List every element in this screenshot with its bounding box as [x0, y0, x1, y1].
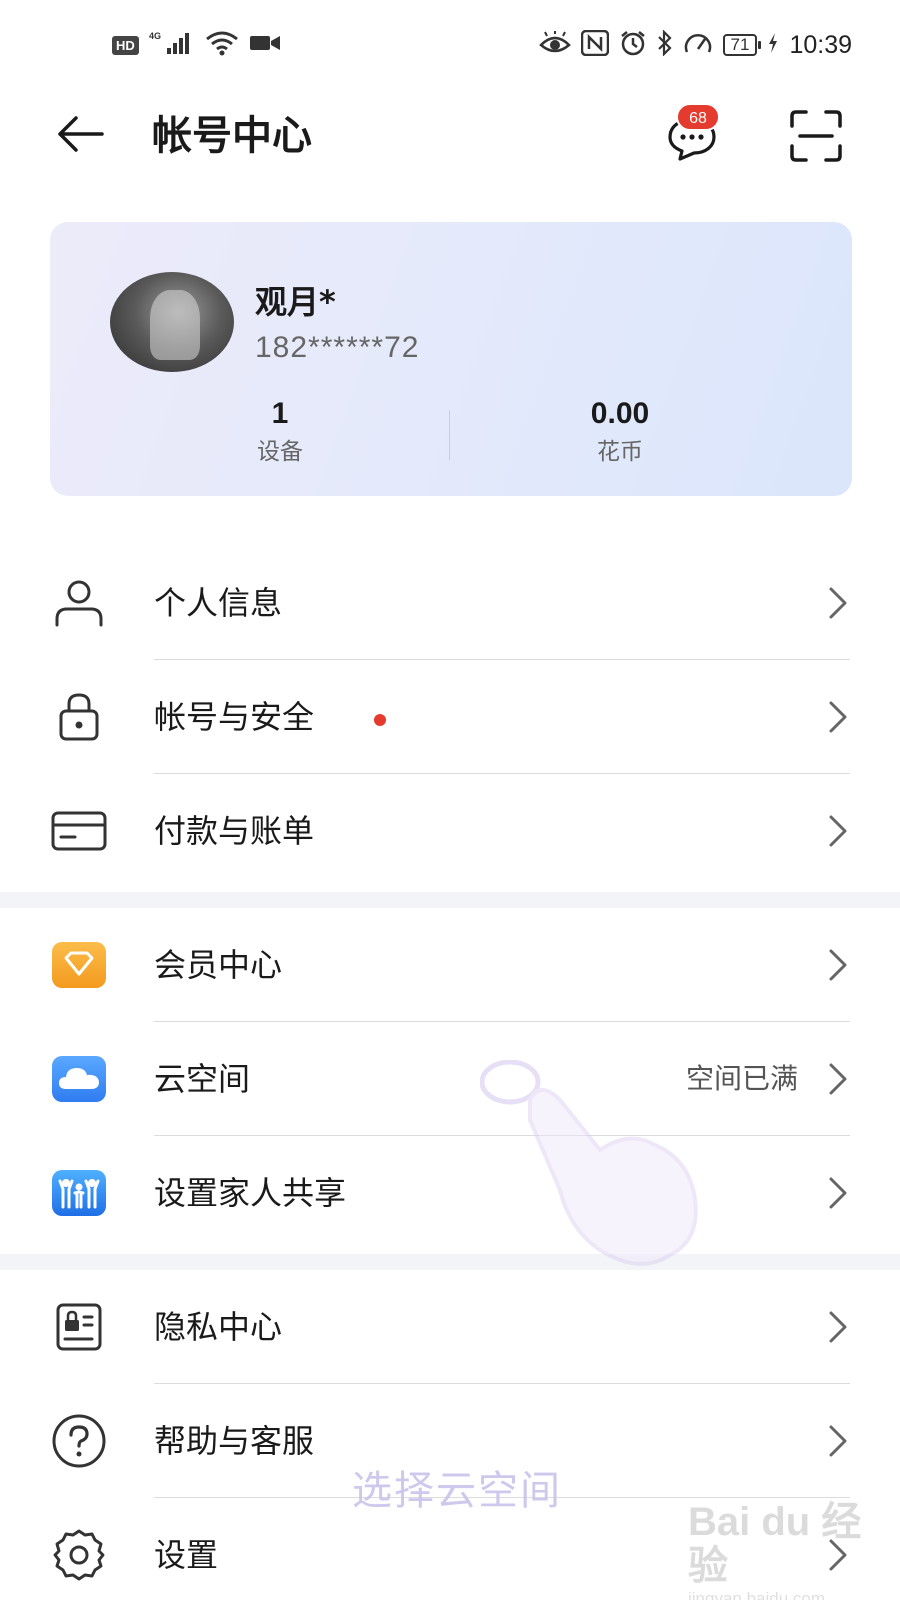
- devices-count: 1: [271, 397, 289, 430]
- diamond-icon: [50, 936, 108, 994]
- menu-label-personal-info: 个人信息: [154, 584, 283, 622]
- clock-time: 10:39: [789, 30, 852, 59]
- menu-label-membership: 会员中心: [154, 946, 283, 984]
- app-header: 帐号中心 68: [0, 90, 900, 180]
- alarm-icon: [619, 30, 647, 60]
- coins-stat[interactable]: 0.00 花币: [500, 394, 740, 470]
- user-name: 观月*: [255, 283, 336, 321]
- id-card-lock-icon: [50, 1298, 108, 1356]
- status-right: 71 10:39: [538, 29, 852, 60]
- menu-label-help-service: 帮助与客服: [154, 1422, 315, 1460]
- chevron-right-icon: [822, 1310, 852, 1344]
- chevron-right-icon: [822, 700, 852, 734]
- menu-label-payment-billing: 付款与账单: [154, 812, 315, 850]
- cellular-signal-icon: 4G: [149, 30, 195, 60]
- watermark-url: jingyan.baidu.com: [688, 1589, 826, 1600]
- charging-icon: [767, 32, 779, 58]
- eye-comfort-icon: [538, 31, 571, 59]
- hint-caption: 选择云空间: [352, 1468, 562, 1514]
- menu-item-account-security[interactable]: 帐号与安全: [0, 660, 900, 774]
- menu-label-privacy-center: 隐私中心: [154, 1308, 283, 1346]
- menu-item-personal-info[interactable]: 个人信息: [0, 546, 900, 660]
- menu-item-cloud-space[interactable]: 云空间 空间已满: [0, 1022, 900, 1136]
- person-icon: [50, 574, 108, 632]
- avatar[interactable]: [110, 272, 234, 372]
- gear-icon: [50, 1526, 108, 1584]
- menu-item-privacy-center[interactable]: 隐私中心: [0, 1270, 900, 1384]
- chevron-right-icon: [822, 586, 852, 620]
- video-camera-icon: [249, 32, 281, 58]
- chevron-right-icon: [822, 1424, 852, 1458]
- baidu-jingyan-watermark: Bai du 经验 jingyan.baidu.com: [688, 1500, 900, 1600]
- network-type: 4G: [149, 31, 161, 41]
- tap-hint-hand-icon: [479, 1059, 720, 1280]
- coins-label: 花币: [597, 439, 643, 465]
- speed-gauge-icon: [683, 30, 713, 60]
- chevron-right-icon: [822, 948, 852, 982]
- scan-button[interactable]: [788, 108, 844, 164]
- arrow-left-icon: [56, 114, 104, 158]
- menu-label-cloud-space: 云空间: [154, 1060, 251, 1098]
- page-title: 帐号中心: [152, 113, 312, 159]
- devices-label: 设备: [257, 439, 303, 465]
- notification-dot: [374, 714, 386, 726]
- scan-frame-icon: [788, 110, 844, 168]
- wifi-icon: [205, 30, 239, 60]
- section-separator: [0, 1254, 900, 1270]
- menu-item-payment-billing[interactable]: 付款与账单: [0, 774, 900, 888]
- hd-indicator: HD: [112, 35, 139, 55]
- menu-item-family-sharing[interactable]: 设置家人共享: [0, 1136, 900, 1250]
- section-separator: [0, 892, 900, 908]
- message-count-badge: 68: [676, 103, 720, 131]
- bluetooth-icon: [657, 29, 673, 60]
- devices-stat[interactable]: 1 设备: [160, 394, 400, 470]
- lock-icon: [50, 688, 108, 746]
- cloud-icon: [50, 1050, 108, 1108]
- question-icon: [50, 1412, 108, 1470]
- menu-label-account-security: 帐号与安全: [154, 698, 315, 736]
- back-button[interactable]: [52, 108, 108, 164]
- battery-indicator: 71: [722, 34, 762, 56]
- chat-bubble-icon: [662, 118, 722, 170]
- stat-divider: [449, 410, 450, 460]
- menu-label-family-sharing: 设置家人共享: [154, 1174, 347, 1212]
- status-bar: HD 4G 71 10:39: [0, 0, 900, 90]
- chevron-right-icon: [822, 1176, 852, 1210]
- coins-balance: 0.00: [590, 397, 650, 430]
- menu-label-settings: 设置: [154, 1536, 219, 1574]
- nfc-icon: [580, 29, 609, 60]
- chevron-right-icon: [822, 814, 852, 848]
- card-icon: [50, 802, 108, 860]
- avatar-photo: [150, 290, 200, 360]
- family-icon: [50, 1164, 108, 1222]
- chevron-right-icon: [822, 1062, 852, 1096]
- status-left: HD 4G: [112, 30, 281, 60]
- watermark-logo: Bai du 经验: [688, 1500, 862, 1588]
- menu-item-membership[interactable]: 会员中心: [0, 908, 900, 1022]
- user-phone: 182******72: [255, 331, 420, 364]
- profile-card[interactable]: 观月* 182******72 1 设备 0.00 花币: [50, 222, 852, 496]
